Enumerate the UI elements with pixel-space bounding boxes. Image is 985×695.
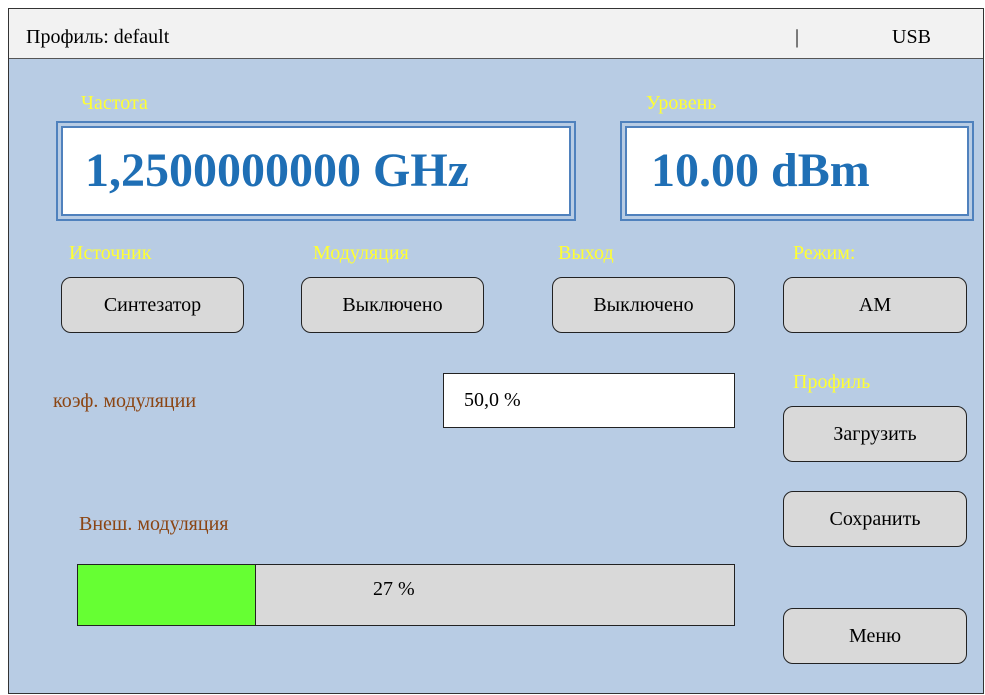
device-screen: Профиль: default | USB Частота 1,2500000… [8,8,984,694]
modulation-button[interactable]: Выключено [301,277,484,333]
ext-modulation-meter: 27 % [77,564,735,626]
source-label: Источник [69,242,152,264]
ext-modulation-fill [78,565,257,625]
level-label: Уровень [646,92,717,114]
mod-coefficient-input[interactable] [443,373,735,428]
level-value: 10.00 dBm [651,144,870,197]
mode-button[interactable]: AM [783,277,967,333]
connection-status: USB [892,26,931,48]
frequency-label: Частота [81,92,148,114]
menu-button[interactable]: Меню [783,608,967,664]
source-button[interactable]: Синтезатор [61,277,244,333]
profile-label: Профиль [793,371,871,393]
output-button[interactable]: Выключено [552,277,735,333]
save-profile-button[interactable]: Сохранить [783,491,967,547]
status-bar: Профиль: default | USB [9,9,983,59]
ext-modulation-value: 27 % [373,578,415,600]
mod-coefficient-label: коэф. модуляции [53,390,197,412]
frequency-value: 1,2500000000 GHz [85,144,469,197]
status-separator: | [795,26,800,48]
mode-label: Режим: [793,242,856,264]
output-label: Выход [558,242,614,264]
level-display[interactable]: 10.00 dBm [620,121,974,221]
current-profile-text: Профиль: default [26,26,170,48]
frequency-display[interactable]: 1,2500000000 GHz [56,121,576,221]
ext-modulation-label: Внеш. модуляция [79,513,229,535]
modulation-label: Модуляция [313,242,409,264]
load-profile-button[interactable]: Загрузить [783,406,967,462]
